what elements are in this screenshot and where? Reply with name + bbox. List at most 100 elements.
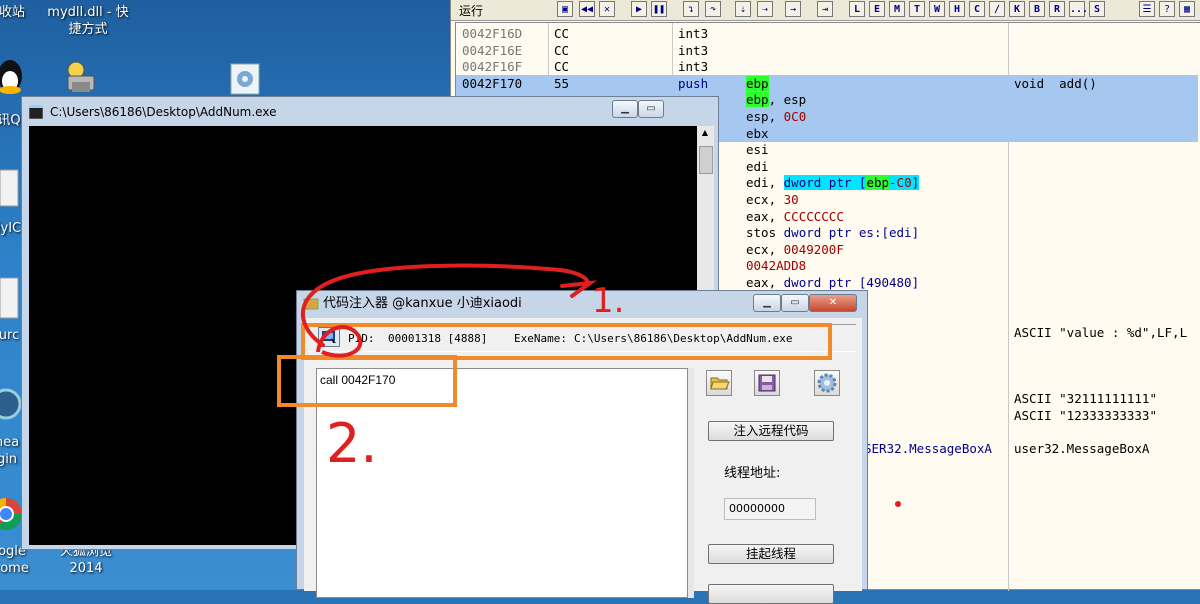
window-button-9[interactable]: B <box>1029 1 1045 17</box>
disasm-row[interactable]: 0042F16E CC int3 <box>456 42 1198 59</box>
code-input[interactable]: call 0042F170 <box>316 368 688 598</box>
disasm-operand: 0042ADD8 <box>746 257 806 274</box>
floppy-save-icon <box>758 374 776 392</box>
qq-penguin-icon[interactable] <box>0 56 26 96</box>
options-icon[interactable]: ▦ <box>1179 1 1195 17</box>
disasm-operand: ebp, esp <box>746 91 806 108</box>
injector-maximize-button[interactable]: ▭ <box>781 294 809 312</box>
disasm-comment: ASCII "12333333333" <box>1014 407 1157 423</box>
scroll-up-icon[interactable]: ▲ <box>699 128 711 140</box>
disasm-operand-part: ebp <box>746 92 769 108</box>
disasm-operand: ebp <box>746 75 769 92</box>
desktop-icon-label: nea <box>0 435 20 450</box>
disasm-operand-part: 0049200F <box>783 241 844 257</box>
disasm-operand: edi, dword ptr [ebp-C0] <box>746 174 920 191</box>
disasm-operand-text: SER32.MessageBoxA <box>864 441 992 456</box>
desktop-icon-label: rome <box>0 561 29 576</box>
desktop-icon-label: mydll.dll - 快 <box>47 5 129 20</box>
disasm-operand-text: ebx <box>746 125 769 141</box>
inject-remote-code-button[interactable]: 注入远程代码 <box>708 421 834 441</box>
help-icon[interactable]: ? <box>1159 1 1175 17</box>
window-button-0[interactable]: L <box>849 1 865 17</box>
disasm-mnemonic: push <box>678 75 709 91</box>
thread-address-field[interactable]: 00000000 <box>724 498 816 520</box>
disasm-operand: eax, CCCCCCCC <box>746 208 844 225</box>
disasm-hex: CC <box>554 59 570 75</box>
injector-title: 代码注入器 @kanxue 小迪xiaodi <box>323 296 522 311</box>
open-folder-button[interactable] <box>706 370 732 396</box>
execute-till-return-icon[interactable]: → <box>785 1 801 17</box>
disasm-operand-part: dword ptr es:[edi] <box>783 225 920 241</box>
close-file-icon[interactable]: ✕ <box>599 1 615 17</box>
pause-icon[interactable]: ❚❚ <box>651 1 667 17</box>
open-icon[interactable]: ▣ <box>557 1 573 17</box>
list-icon[interactable]: ☰ <box>1139 1 1155 17</box>
disasm-hex: CC <box>554 42 570 58</box>
disasm-address: 0042F16F <box>462 59 523 75</box>
window-button-6[interactable]: C <box>969 1 985 17</box>
disasm-operand-part: 30 <box>783 192 799 207</box>
app-icon[interactable] <box>0 382 22 426</box>
window-button-2[interactable]: M <box>889 1 905 17</box>
window-button-1[interactable]: E <box>869 1 885 17</box>
disasm-operand: stos dword ptr es:[edi] <box>746 224 919 241</box>
console-maximize-button[interactable]: ▭ <box>638 100 664 118</box>
window-button-3[interactable]: T <box>909 1 925 17</box>
window-button-5[interactable]: H <box>949 1 965 17</box>
disasm-operand: esi <box>746 141 769 158</box>
run-icon[interactable]: ▶ <box>631 1 647 17</box>
disasm-operand-part: eax, <box>746 208 784 224</box>
rewind-icon[interactable]: ◀◀ <box>579 1 595 17</box>
exename-value: C:\Users\86186\Desktop\AddNum.exe <box>574 332 793 345</box>
disasm-comment: ASCII "32111111111" <box>1014 391 1157 407</box>
desktop-icon-label[interactable]: 收站 <box>0 4 32 21</box>
disasm-operand-part: CCCCCCCC <box>783 208 844 224</box>
disasm-operand: edi <box>746 158 769 175</box>
disasm-mnemonic: int3 <box>678 42 709 58</box>
window-button-8[interactable]: K <box>1009 1 1025 17</box>
disasm-operand: ebx <box>746 125 769 142</box>
window-button-12[interactable]: S <box>1089 1 1105 17</box>
scrollbar-thumb[interactable] <box>699 146 713 174</box>
pid-label: PID: <box>348 332 375 345</box>
window-button-11[interactable]: ... <box>1069 1 1088 17</box>
process-info-bar: PID: 00001318 [4888] ExeName: C:\Users\8… <box>308 324 856 352</box>
window-button-10[interactable]: R <box>1049 1 1065 17</box>
code-injector-window[interactable]: 代码注入器 @kanxue 小迪xiaodi ▁ ▭ ✕ PID: 000013… <box>296 290 868 604</box>
trace-over-icon[interactable]: ⇢ <box>757 1 773 17</box>
desktop-icon-mydll[interactable]: mydll.dll - 快 捷方式 <box>40 4 136 38</box>
disasm-address: 0042F170 <box>462 75 523 91</box>
window-button-4[interactable]: W <box>929 1 945 17</box>
window-button-7[interactable]: / <box>989 1 1005 17</box>
settings-file-icon[interactable] <box>228 62 262 96</box>
desktop-icon-label: gin <box>0 452 18 467</box>
disasm-row[interactable]: 0042F16F CC int3 <box>456 58 1198 75</box>
tools-icon[interactable] <box>62 58 100 98</box>
disasm-address: 0042F16D <box>462 26 523 41</box>
select-process-button[interactable] <box>318 327 340 347</box>
file-icon[interactable] <box>0 276 20 320</box>
disasm-operand-part: eax, <box>746 275 784 290</box>
resume-thread-button[interactable] <box>708 584 834 604</box>
desktop-icon-label[interactable]: nea gin <box>0 434 22 468</box>
step-over-icon[interactable]: ↷ <box>705 1 721 17</box>
disasm-hex: CC <box>554 26 570 41</box>
disasm-row[interactable]: 0042F170 55 push ebp void add() <box>456 74 1198 92</box>
disasm-operand-text: ebp <box>746 75 769 91</box>
disasm-comment: void add() <box>1014 75 1097 91</box>
goto-icon[interactable]: ⇥ <box>817 1 833 17</box>
disasm-operand: esp, 0C0 <box>746 108 806 125</box>
disasm-row[interactable]: 0042F16D CC int3 <box>456 25 1198 42</box>
settings-button[interactable] <box>814 370 840 396</box>
injector-close-button[interactable]: ✕ <box>809 294 857 312</box>
step-into-icon[interactable]: ↴ <box>683 1 699 17</box>
console-minimize-button[interactable]: ▁ <box>612 100 638 118</box>
open-folder-icon <box>710 377 730 390</box>
save-button[interactable] <box>754 370 780 396</box>
disasm-operand-part: 0C0 <box>783 109 807 124</box>
trace-into-icon[interactable]: ⇣ <box>735 1 751 17</box>
file-icon[interactable] <box>0 168 20 208</box>
disasm-operand-text: 0042ADD8 <box>746 258 807 274</box>
injector-minimize-button[interactable]: ▁ <box>753 294 781 312</box>
suspend-thread-button[interactable]: 挂起线程 <box>708 544 834 564</box>
